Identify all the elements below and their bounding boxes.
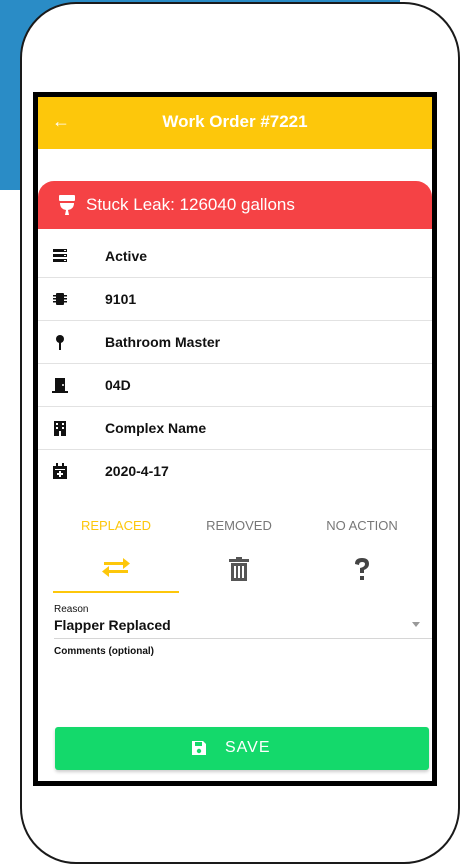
detail-row-status: Active xyxy=(38,235,432,278)
detail-row-date: 2020-4-17 xyxy=(38,450,432,492)
floppy-disk-icon xyxy=(192,741,206,755)
detail-row-complex: Complex Name xyxy=(38,407,432,450)
active-tab-indicator xyxy=(53,591,179,593)
building-icon xyxy=(54,421,66,436)
meter-value: 9101 xyxy=(105,291,137,307)
comments-field-label[interactable]: Comments (optional) xyxy=(54,646,154,657)
tab-removed-icon-wrap[interactable] xyxy=(179,557,299,586)
tab-removed[interactable]: REMOVED xyxy=(179,518,299,533)
question-icon xyxy=(355,558,369,580)
page-title: Work Order #7221 xyxy=(162,112,308,131)
trash-icon xyxy=(229,557,249,581)
save-button-label: SAVE xyxy=(225,739,271,756)
date-value: 2020-4-17 xyxy=(105,463,169,479)
app-header: ← Work Order #7221 xyxy=(38,97,432,149)
tab-replaced[interactable]: REPLACED xyxy=(56,518,176,533)
door-icon xyxy=(52,378,68,393)
tab-no-action-icon-wrap[interactable] xyxy=(302,557,422,586)
detail-row-unit: 04D xyxy=(38,364,432,407)
save-button[interactable]: SAVE xyxy=(55,727,429,770)
tab-no-action[interactable]: NO ACTION xyxy=(302,518,422,533)
status-icon xyxy=(53,249,67,262)
leak-alert-text: Stuck Leak: 126040 gallons xyxy=(86,195,295,214)
reason-select[interactable]: Flapper Replaced xyxy=(54,617,171,633)
app-screen: ← Work Order #7221 Stuck Leak: 126040 ga… xyxy=(33,92,437,786)
dropdown-arrow-icon[interactable] xyxy=(412,622,420,627)
unit-value: 04D xyxy=(105,377,131,393)
swap-arrows-icon xyxy=(102,558,130,577)
complex-value: Complex Name xyxy=(105,420,207,436)
status-value: Active xyxy=(105,248,148,264)
calendar-icon xyxy=(53,463,67,479)
detail-row-location: Bathroom Master xyxy=(38,321,432,364)
location-pin-icon xyxy=(56,335,64,350)
meter-icon xyxy=(53,293,67,305)
reason-underline xyxy=(54,638,432,639)
leak-alert-banner: Stuck Leak: 126040 gallons xyxy=(38,181,432,229)
tab-replaced-icon-wrap[interactable] xyxy=(56,557,176,582)
toilet-icon xyxy=(59,195,75,215)
detail-row-meter: 9101 xyxy=(38,278,432,321)
location-value: Bathroom Master xyxy=(105,334,221,350)
reason-caption: Reason xyxy=(54,604,89,615)
